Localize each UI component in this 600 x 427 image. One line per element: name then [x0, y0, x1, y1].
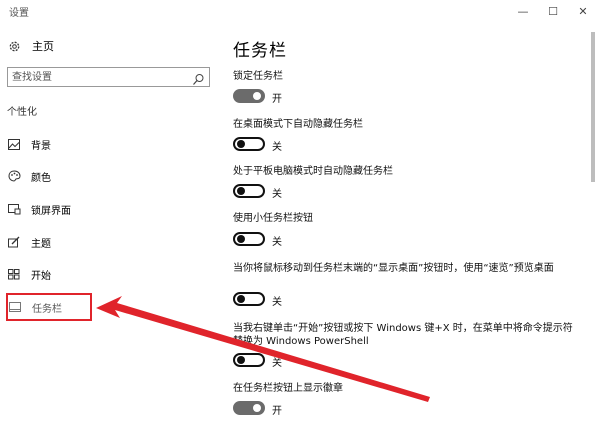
toggle-state-label: 开: [272, 94, 282, 105]
sidebar-item-label: 主题: [31, 238, 51, 250]
toggle-state-label: 关: [272, 237, 282, 248]
small-buttons-toggle[interactable]: [233, 232, 265, 246]
sidebar-item-themes[interactable]: 主题: [7, 231, 197, 253]
lock-screen-icon: [7, 202, 21, 216]
sidebar-item-label: 锁屏界面: [31, 205, 71, 217]
close-button[interactable]: ✕: [571, 2, 595, 20]
start-grid-icon: [7, 267, 21, 281]
toggle-knob: [237, 295, 245, 303]
sidebar-item-label: 背景: [31, 140, 51, 152]
toggle-state-label: 关: [272, 142, 282, 153]
theme-brush-icon: [7, 235, 21, 249]
close-icon: ✕: [578, 4, 588, 18]
maximize-button[interactable]: ☐: [541, 2, 565, 20]
setting-autohide-tablet-label: 处于平板电脑模式时自动隐藏任务栏: [233, 166, 393, 177]
toggle-knob: [237, 356, 245, 364]
gear-icon: [7, 39, 21, 53]
peek-toggle[interactable]: [233, 292, 265, 306]
sidebar-home-label: 主页: [32, 40, 54, 53]
autohide-tablet-toggle[interactable]: [233, 184, 265, 198]
badges-toggle[interactable]: [233, 401, 265, 415]
toggle-state-label: 关: [272, 189, 282, 200]
setting-badges-label: 在任务栏按钮上显示徽章: [233, 383, 343, 394]
picture-icon: [7, 137, 21, 151]
minimize-button[interactable]: —: [511, 2, 535, 20]
toggle-knob: [253, 404, 261, 412]
sidebar-item-taskbar[interactable]: 任务栏: [6, 293, 92, 321]
taskbar-icon: [8, 300, 22, 314]
palette-icon: [7, 169, 21, 183]
toggle-knob: [237, 140, 245, 148]
sidebar-item-colors[interactable]: 颜色: [7, 165, 197, 187]
autohide-desktop-toggle[interactable]: [233, 137, 265, 151]
setting-lock-taskbar-label: 锁定任务栏: [233, 71, 283, 82]
lock-taskbar-toggle[interactable]: [233, 89, 265, 103]
window-title: 设置: [9, 8, 29, 19]
setting-small-buttons-label: 使用小任务栏按钮: [233, 213, 313, 224]
powershell-toggle[interactable]: [233, 353, 265, 367]
setting-powershell-label: 当我右键单击“开始”按钮或按下 Windows 键+X 时，在菜单中将命令提示符…: [233, 323, 573, 347]
sidebar-item-background[interactable]: 背景: [7, 133, 197, 155]
title-bar: 设置 — ☐ ✕: [0, 0, 600, 24]
maximize-icon: ☐: [548, 4, 558, 18]
toggle-knob: [237, 187, 245, 195]
sidebar-item-start[interactable]: 开始: [7, 263, 197, 285]
sidebar-item-label: 颜色: [31, 172, 51, 184]
vertical-scrollbar[interactable]: [591, 32, 595, 182]
search-icon[interactable]: [192, 71, 205, 85]
setting-autohide-desktop-label: 在桌面模式下自动隐藏任务栏: [233, 119, 363, 130]
setting-peek-label: 当你将鼠标移动到任务栏末端的“显示桌面”按钮时，使用“速览”预览桌面: [233, 263, 554, 274]
page-title: 任务栏: [233, 41, 287, 61]
sidebar-item-lock-screen[interactable]: 锁屏界面: [7, 198, 197, 220]
sidebar-item-label: 开始: [31, 270, 51, 282]
section-header-personalization: 个性化: [7, 107, 37, 118]
toggle-state-label: 开: [272, 406, 282, 417]
sidebar-home[interactable]: 主页: [7, 36, 54, 56]
toggle-state-label: 关: [272, 297, 282, 308]
toggle-knob: [253, 92, 261, 100]
toggle-state-label: 关: [272, 358, 282, 369]
sidebar-item-label: 任务栏: [32, 303, 62, 315]
minimize-icon: —: [517, 4, 529, 18]
search-box[interactable]: [7, 67, 210, 87]
search-input[interactable]: [12, 70, 188, 85]
toggle-knob: [237, 235, 245, 243]
